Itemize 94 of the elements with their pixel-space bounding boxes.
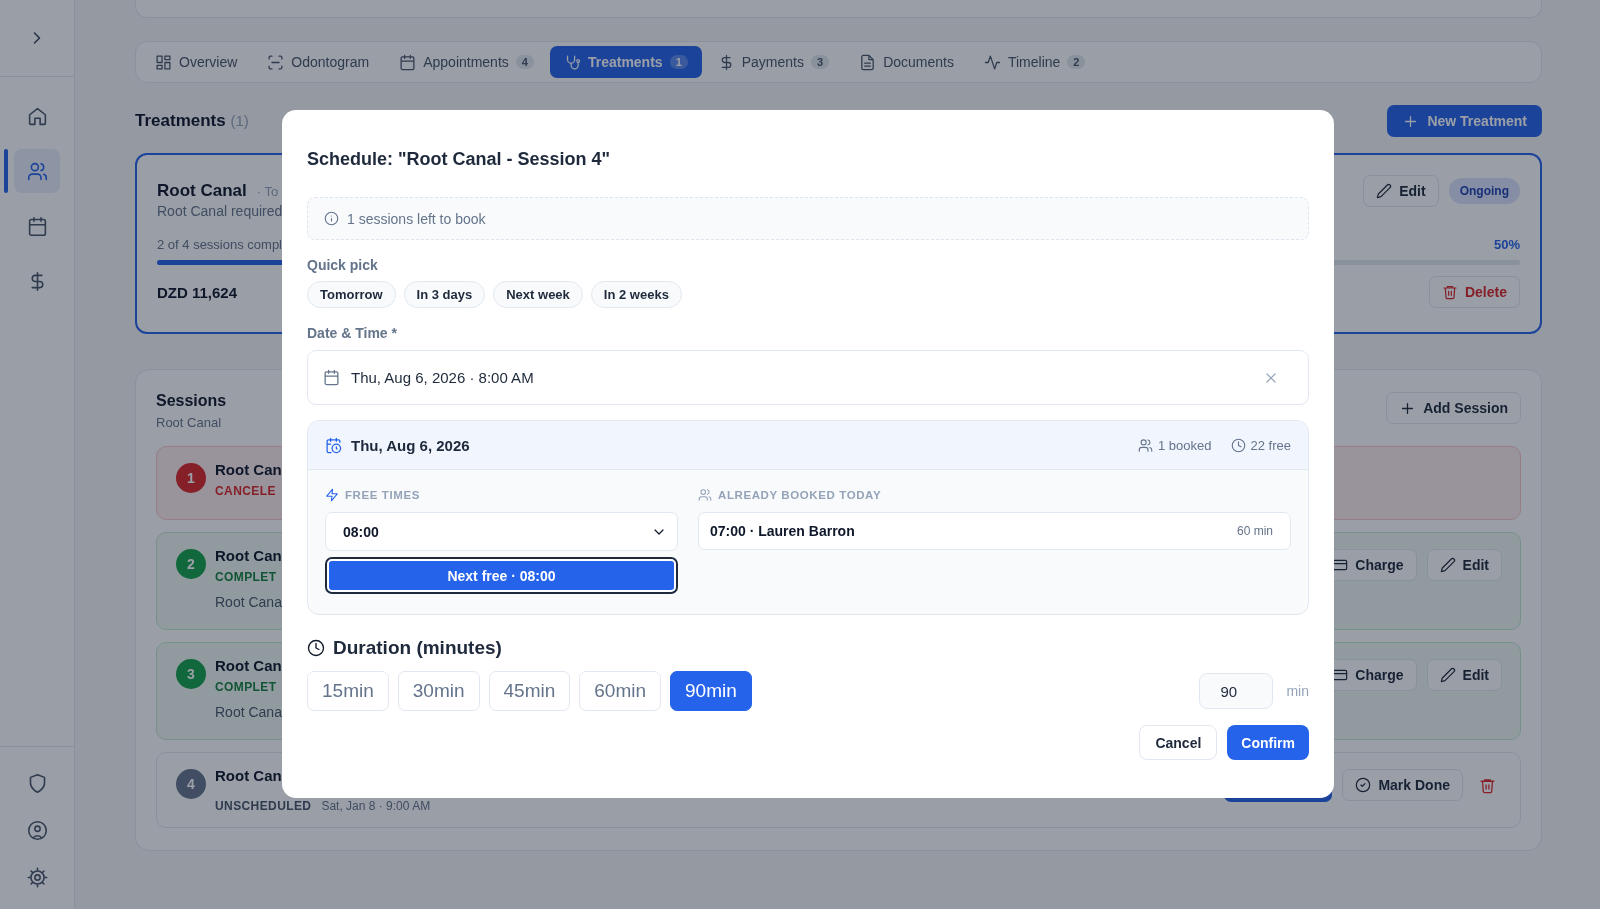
confirm-button[interactable]: Confirm [1227,725,1309,760]
tab[interactable]: Appointments 4 [385,46,548,78]
count-badge: 3 [811,55,830,69]
booked-today-label: ALREADY BOOKED TODAY [718,489,882,501]
clock-icon [1230,437,1246,453]
trash-icon [1479,777,1496,794]
date-time-input[interactable]: Thu, Aug 6, 2026 · 8:00 AM [349,368,1250,387]
session-status: COMPLET [215,569,277,584]
free-count: 22 free [1250,437,1291,453]
mark-done-button[interactable]: Mark Done [1342,769,1463,802]
tab[interactable]: Documents [845,46,968,78]
cancel-button[interactable]: Cancel [1139,725,1218,760]
date-time-field[interactable]: Thu, Aug 6, 2026 · 8:00 AM [307,350,1309,405]
edit-button[interactable]: Edit [1426,658,1502,691]
session-number: 3 [176,658,206,689]
session-number: 1 [176,463,206,493]
progress-text: 2 of 4 sessions compl [157,237,282,252]
duration-option[interactable]: 45min [488,671,571,711]
duration-title: Duration (minutes) [333,637,502,659]
section-title: Treatments (1) [135,111,249,131]
session-title: Root Can [215,546,282,564]
session-note: Root Cana [215,703,282,720]
lightning-icon [325,488,339,502]
session-note: Root Cana [215,593,282,610]
tab[interactable]: Odontogram [253,46,384,78]
session-number: 4 [176,769,206,799]
calendar-icon [399,53,417,71]
session-status: COMPLET [215,679,277,694]
count-badge: 4 [515,55,534,69]
duration-option[interactable]: 30min [397,671,480,711]
pulse-icon [983,53,1001,71]
quick-pick-chip[interactable]: In 2 weeks [590,281,682,308]
tab[interactable]: Timeline 2 [969,46,1100,78]
users-icon [1138,437,1153,453]
session-title: Root Can [215,461,282,478]
session-title: Root Can [215,767,283,784]
users-icon [26,160,48,182]
dialog-title: Schedule: "Root Canal - Session 4" [307,149,612,170]
treatment-name: Root Canal [157,181,247,201]
quick-pick-chip[interactable]: In 3 days [403,281,486,308]
grid-icon [155,53,172,71]
document-icon [859,53,877,71]
day-date: Thu, Aug 6, 2026 [351,436,470,454]
info-icon [324,211,339,226]
treatment-price: DZD 11,624 [157,283,238,301]
quick-pick-label: Quick pick [307,257,379,273]
pencil-icon [1439,556,1456,573]
session-status: UNSCHEDULED [215,799,312,813]
duration-option[interactable]: 15min [307,671,389,711]
duration-option[interactable]: 90min [670,671,752,711]
progress-percent: 50% [1493,237,1520,252]
pencil-icon [1439,666,1456,683]
calendar-icon [323,369,340,386]
profile-icon [26,819,48,841]
treatment-meta: · To [256,183,279,199]
date-time-label: Date & Time * [307,325,398,341]
quick-pick-chip[interactable]: Next week [493,281,583,308]
status-badge: Ongoing [1448,178,1520,204]
quick-pick-chip[interactable]: Tomorrow [307,281,396,308]
tab[interactable]: Payments 3 [703,46,844,78]
session-number: 2 [176,548,206,579]
clock-icon [307,639,325,657]
edit-button[interactable]: Edit [1426,548,1502,581]
booking-duration: 60 min [1236,524,1273,538]
treatment-description: Root Canal required [157,203,283,219]
session-date: Sat, Jan 8 · 9:00 AM [321,799,431,813]
count-badge: 2 [1067,55,1086,69]
duration-option[interactable]: 60min [579,671,661,711]
calendar-clock-icon [325,436,342,454]
info-text: 1 sessions left to book [347,210,486,227]
session-status: CANCELE [215,484,276,498]
calendar-icon [26,215,48,237]
free-times-label: FREE TIMES [345,489,420,501]
scan-icon [267,53,285,71]
home-icon [26,105,48,127]
time-select[interactable]: 08:00 [325,512,678,551]
next-free-button[interactable]: Next free · 08:00 [325,557,678,594]
booking-name: 07:00 · Lauren Barron [710,523,855,539]
pencil-icon [1376,183,1393,199]
sessions-subtitle: Root Canal [156,415,223,430]
duration-unit: min [1286,683,1309,699]
new-treatment-button[interactable]: New Treatment [1387,105,1542,137]
booked-count: 1 booked [1158,437,1212,453]
delete-button[interactable]: Delete [1428,276,1520,308]
tab[interactable]: Treatments 1 [549,46,702,78]
duration-input[interactable]: 90 [1199,673,1274,709]
users-icon [698,488,712,502]
sessions-title: Sessions [156,392,227,410]
tab[interactable]: Overview [141,46,252,78]
session-title: Root Can [215,656,282,674]
settings-icon [26,866,48,888]
edit-button[interactable]: Edit [1363,175,1439,207]
trash-icon [1441,284,1458,300]
add-session-button[interactable]: Add Session [1386,392,1521,424]
